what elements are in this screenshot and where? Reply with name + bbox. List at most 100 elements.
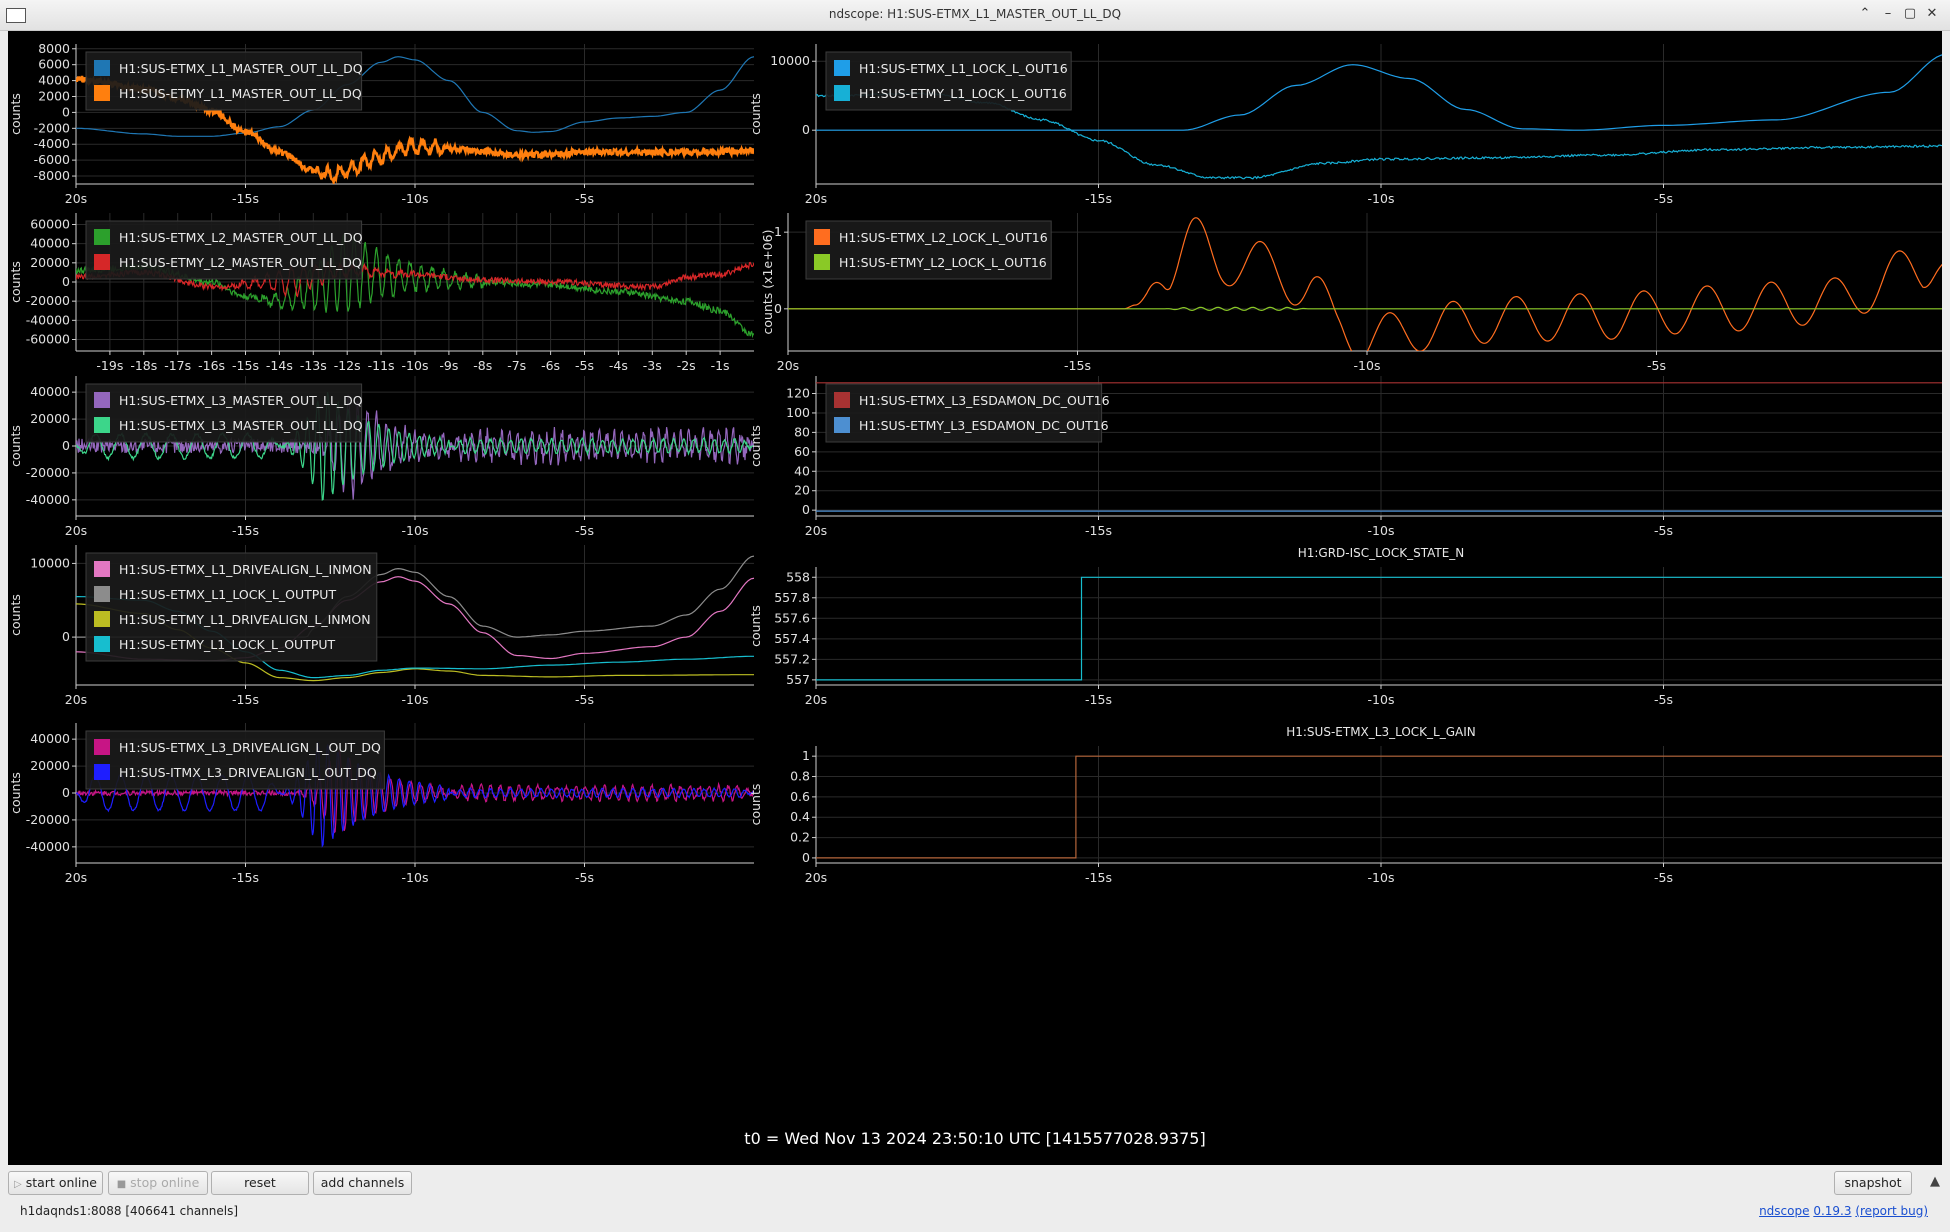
y-tick-label: 0: [802, 122, 810, 137]
legend-swatch: [94, 764, 110, 780]
version-link[interactable]: 0.19.3: [1813, 1204, 1851, 1218]
plot-p6: 10000 0 20s -15s -10s -5s counts H1:SUS-ETMX_L1…: [8, 545, 754, 707]
plot-p9: H1:SUS-ETMX_L3_LOCK_L_GAIN 1 0.8 0.6 0.4 0.2 0…: [748, 725, 1942, 885]
legend-swatch: [94, 229, 110, 245]
y-tick-label: -2000: [34, 120, 70, 135]
y-tick-label: 557.2: [774, 651, 810, 666]
plots-canvas[interactable]: 80006000400020000-2000-4000-6000-800020s…: [8, 31, 1942, 1165]
x-tick-label: -15s: [1085, 523, 1112, 538]
legend-entry: H1:SUS-ETMY_L1_DRIVEALIGN_L_INMON: [119, 612, 371, 627]
x-tick-label: 20s: [805, 692, 827, 707]
x-tick-label: 20s: [65, 191, 87, 206]
minimize-button[interactable]: –: [1878, 4, 1898, 24]
x-tick-label: -10s: [1368, 692, 1395, 707]
series-line: [816, 755, 1942, 859]
maximize-button[interactable]: ▢: [1900, 4, 1920, 24]
y-tick-label: 0: [774, 301, 782, 316]
legend-entry: H1:SUS-ETMX_L3_ESDAMON_DC_OUT16: [859, 393, 1110, 408]
y-tick-label: 20: [794, 483, 810, 498]
collapse-icon[interactable]: ⌃: [1855, 4, 1875, 24]
legend: H1:SUS-ETMX_L2_LOCK_L_OUT16 H1:SUS-ETMY_L…: [805, 220, 1052, 280]
x-tick-label: 20s: [65, 870, 87, 885]
x-tick-label: 20s: [805, 870, 827, 885]
plot-p7: H1:GRD-ISC_LOCK_STATE_N 558 557.8 557.6 557.…: [748, 546, 1942, 707]
x-tick-label: -19s: [96, 358, 123, 373]
legend: H1:SUS-ETMX_L2_MASTER_OUT_LL_DQ H1:SUS-ET…: [85, 220, 363, 280]
legend-swatch: [94, 611, 110, 627]
add-channels-button[interactable]: add channels: [313, 1171, 412, 1195]
reset-button[interactable]: reset: [211, 1171, 309, 1195]
x-tick-label: -6s: [541, 358, 560, 373]
legend-entry: H1:SUS-ETMX_L1_MASTER_OUT_LL_DQ: [119, 61, 363, 76]
y-tick-label: 8000: [38, 41, 70, 56]
x-tick-label: -15s: [232, 191, 259, 206]
legend-entry: H1:SUS-ETMY_L3_ESDAMON_DC_OUT16: [859, 418, 1109, 433]
plot-area: 8000 6000 4000 2000 0 -2000 -4000 -6000 -8000 20s…: [8, 31, 1942, 1165]
expand-up-icon[interactable]: ▲: [1930, 1174, 1940, 1189]
y-tick-label: -40000: [26, 492, 70, 507]
legend: H1:SUS-ETMX_L3_ESDAMON_DC_OUT16 H1:SUS-ET…: [825, 383, 1110, 443]
t0-label: t0 = Wed Nov 13 2024 23:50:10 UTC [14155…: [744, 1129, 1206, 1148]
y-tick-label: -40000: [26, 312, 70, 327]
y-tick-label: -20000: [26, 812, 70, 827]
start-online-button[interactable]: ▷ start online: [8, 1171, 103, 1195]
x-tick-label: -17s: [164, 358, 191, 373]
legend-entry: H1:SUS-ITMX_L3_DRIVEALIGN_L_OUT_DQ: [119, 765, 377, 780]
y-tick-label: 40000: [30, 384, 70, 399]
x-tick-label: -5s: [575, 358, 594, 373]
series-line: [816, 576, 1942, 681]
x-tick-label: -10s: [402, 692, 429, 707]
x-tick-label: -11s: [368, 358, 395, 373]
legend-entry: H1:SUS-ETMY_L1_MASTER_OUT_LL_DQ: [119, 86, 362, 101]
window-title: ndscope: H1:SUS-ETMX_L1_MASTER_OUT_LL_DQ: [828, 7, 1122, 21]
y-axis-label: counts: [748, 784, 763, 826]
y-tick-label: 0.2: [790, 830, 810, 845]
legend: H1:SUS-ETMX_L3_DRIVEALIGN_L_OUT_DQ H1:SUS…: [85, 730, 385, 790]
x-tick-label: -15s: [232, 358, 259, 373]
y-tick-label: 557.4: [774, 631, 810, 646]
legend-entry: H1:SUS-ETMY_L1_LOCK_L_OUTPUT: [119, 637, 336, 652]
y-tick-label: 20000: [30, 255, 70, 270]
x-tick-label: 20s: [65, 523, 87, 538]
legend-swatch: [94, 254, 110, 270]
play-icon: ▷: [14, 1179, 22, 1190]
legend-entry: H1:SUS-ETMX_L2_MASTER_OUT_LL_DQ: [119, 230, 363, 245]
legend-swatch: [834, 392, 850, 408]
y-tick-label: 0: [62, 629, 70, 644]
y-tick-label: 20000: [30, 411, 70, 426]
y-tick-label: 557: [786, 672, 810, 687]
legend: H1:SUS-ETMX_L3_MASTER_OUT_LL_DQ H1:SUS-ET…: [85, 383, 363, 443]
x-tick-label: -15s: [232, 870, 259, 885]
x-tick-label: -5s: [575, 191, 594, 206]
y-tick-label: 558: [786, 569, 810, 584]
x-tick-label: 20s: [777, 358, 799, 373]
y-tick-label: -20000: [26, 293, 70, 308]
y-tick-label: 0: [802, 502, 810, 517]
y-tick-label: 60: [794, 444, 810, 459]
x-tick-label: -10s: [402, 523, 429, 538]
plot-p1: 10000 0 20s -15s -10s -5s counts H1:SUS-ETMX_L1…: [748, 44, 1942, 206]
y-tick-label: 10000: [30, 555, 70, 570]
report-bug-link[interactable]: (report bug): [1855, 1204, 1928, 1218]
x-tick-label: -15s: [232, 523, 259, 538]
y-tick-label: 0: [62, 438, 70, 453]
close-button[interactable]: ✕: [1922, 4, 1942, 24]
legend-swatch: [94, 392, 110, 408]
stop-online-button[interactable]: ■ stop online: [108, 1171, 208, 1195]
x-tick-label: -12s: [334, 358, 361, 373]
x-tick-label: -2s: [677, 358, 696, 373]
snapshot-button[interactable]: snapshot: [1834, 1171, 1912, 1195]
y-tick-label: -6000: [34, 152, 70, 167]
legend-entry: H1:SUS-ETMX_L3_DRIVEALIGN_L_OUT_DQ: [119, 740, 381, 755]
legend: H1:SUS-ETMX_L1_LOCK_L_OUT16 H1:SUS-ETMY_L…: [825, 51, 1072, 111]
legend: H1:SUS-ETMX_L1_MASTER_OUT_LL_DQ H1:SUS-ET…: [85, 51, 363, 111]
plot-title: H1:SUS-ETMX_L3_LOCK_L_GAIN: [1286, 725, 1476, 739]
y-tick-label: 6000: [38, 57, 70, 72]
x-tick-label: -10s: [402, 870, 429, 885]
legend-entry: H1:SUS-ETMX_L2_LOCK_L_OUT16: [839, 230, 1048, 245]
window-titlebar: ndscope: H1:SUS-ETMX_L1_MASTER_OUT_LL_DQ…: [0, 0, 1950, 31]
x-tick-label: -15s: [232, 692, 259, 707]
ndscope-link[interactable]: ndscope: [1759, 1204, 1809, 1218]
x-tick-label: -15s: [1085, 692, 1112, 707]
y-tick-label: 557.6: [774, 610, 810, 625]
